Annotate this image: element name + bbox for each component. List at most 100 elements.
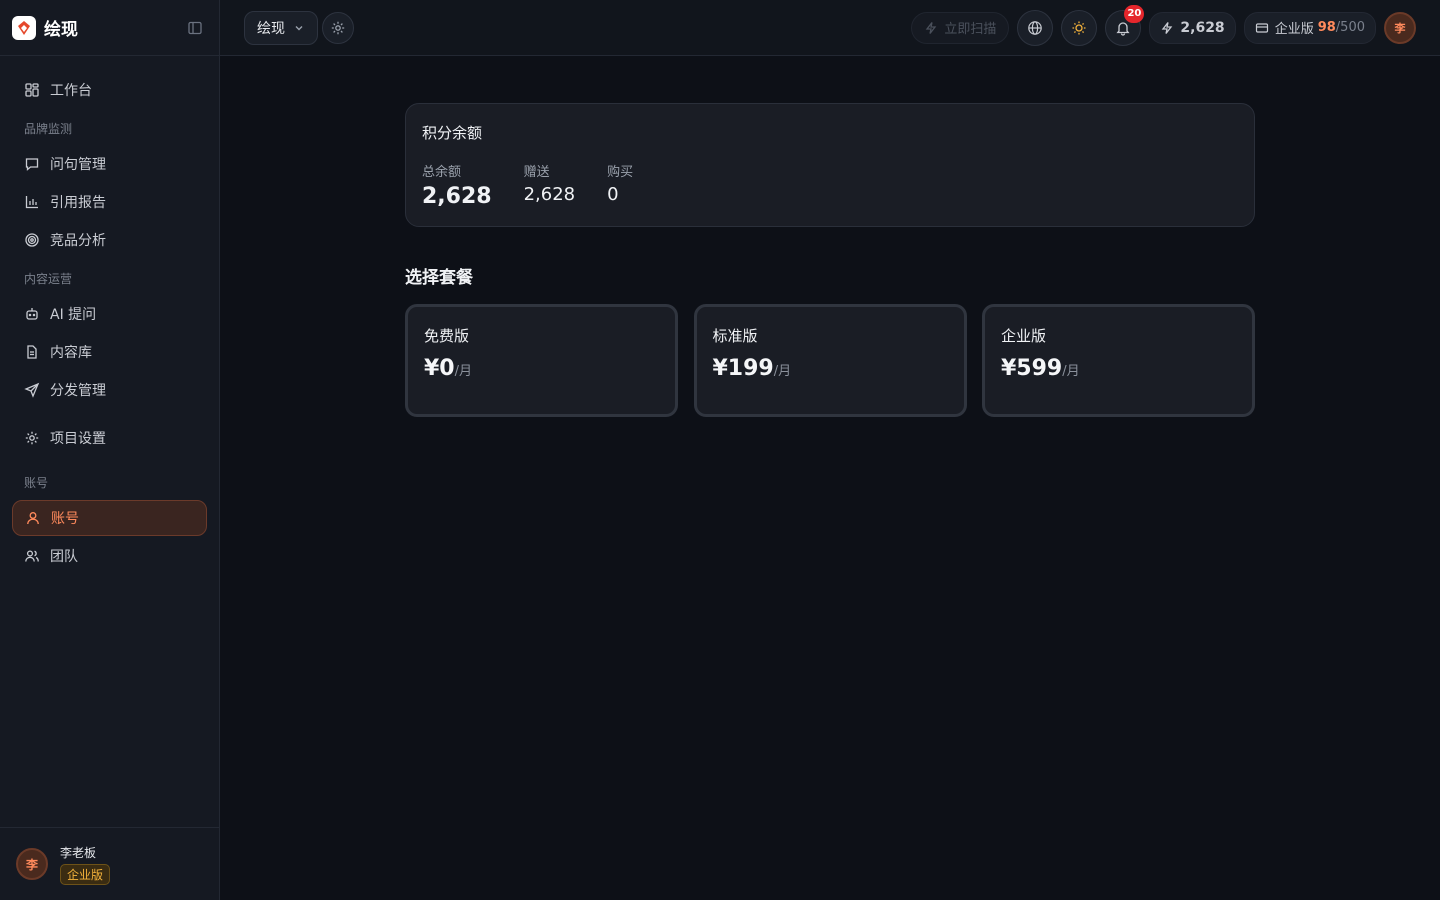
collapse-sidebar-icon[interactable]: [183, 16, 207, 40]
stat-total-value: 2,628: [422, 184, 492, 209]
stat-purchase: 购买 0: [607, 161, 633, 209]
plan-badge: 企业版: [60, 863, 111, 885]
stat-purchase-label: 购买: [607, 165, 634, 180]
send-icon: [24, 382, 40, 398]
sidebar-item-ai-prompt[interactable]: AI 提问: [12, 296, 207, 332]
plan-price-amount: ¥0: [424, 356, 455, 381]
plan-usage-used: 98: [1317, 20, 1336, 35]
users-icon: [25, 550, 39, 562]
sidebar-item-citation-report[interactable]: 引用报告: [12, 184, 207, 220]
account-page: 积分余额 总余额 2,628 赠送 2,628 购买 0 选择套餐 免费版 ¥0…: [405, 103, 1255, 417]
stat-gift-label: 赠送: [523, 165, 550, 180]
avatar[interactable]: 李: [1384, 11, 1416, 44]
plan-usage-total: /500: [1335, 20, 1365, 35]
sidebar-item-questions[interactable]: 问句管理: [12, 146, 207, 182]
plan-price: ¥199/月: [713, 356, 948, 381]
language-button[interactable]: [1017, 9, 1054, 46]
notifications-button[interactable]: 20: [1105, 4, 1145, 46]
project-select[interactable]: 绘现: [244, 10, 318, 45]
plan-price-unit: /月: [1062, 364, 1080, 379]
target-icon: [25, 233, 39, 247]
credits-pill[interactable]: 2,628: [1149, 11, 1236, 44]
credit-balance-title: 积分余额: [422, 124, 483, 142]
credit-card-icon: [1255, 22, 1268, 33]
sidebar-item-label: 引用报告: [50, 195, 106, 211]
sidebar: 绘现 工作台 品牌监测 问句管理 引用报告 竞品分析 内容运营 AI 提问 内容…: [0, 0, 220, 900]
sidebar-item-label: 分发管理: [50, 383, 106, 399]
user-icon: [27, 512, 39, 525]
sidebar-item-label: 问句管理: [50, 157, 106, 173]
notification-count-badge: 20: [1124, 4, 1145, 23]
plan-price-amount: ¥199: [712, 356, 774, 381]
bar-chart-icon: [25, 196, 38, 209]
chevron-down-icon: [295, 25, 303, 30]
sidebar-item-competitor[interactable]: 竞品分析: [12, 222, 207, 258]
plans-section-title: 选择套餐: [405, 268, 473, 288]
stat-total: 总余额 2,628: [422, 161, 492, 209]
plan-usage-label: 企业版: [1274, 22, 1314, 37]
plan-card-enterprise[interactable]: 企业版 ¥599/月: [982, 304, 1255, 417]
section-content-ops: 内容运营: [24, 271, 73, 286]
plan-card-free[interactable]: 免费版 ¥0/月: [405, 304, 678, 417]
sidebar-item-label: 内容库: [50, 345, 92, 361]
robot-icon: [26, 308, 38, 320]
section-account: 账号: [24, 475, 49, 490]
main-content: 积分余额 总余额 2,628 赠送 2,628 购买 0 选择套餐 免费版 ¥0…: [220, 56, 1440, 900]
stat-total-label: 总余额: [422, 165, 462, 180]
chat-icon: [25, 158, 39, 171]
plan-name: 企业版: [1001, 327, 1047, 345]
scan-now-label: 立即扫描: [944, 22, 997, 37]
gear-icon: [331, 21, 345, 34]
stat-gift: 赠送 2,628: [524, 161, 576, 209]
project-settings-button[interactable]: [322, 11, 354, 44]
sidebar-item-label: 竞品分析: [50, 233, 106, 249]
sidebar-user-panel[interactable]: 李 李老板 企业版: [0, 827, 219, 900]
plans-list: 免费版 ¥0/月 标准版 ¥199/月 企业版 ¥599/月: [405, 304, 1255, 417]
credit-balance-card: 积分余额 总余额 2,628 赠送 2,628 购买 0: [405, 103, 1255, 227]
user-meta: 李老板 企业版: [60, 844, 111, 885]
grid-icon: [25, 83, 39, 97]
sidebar-item-label: AI 提问: [50, 307, 97, 323]
sidebar-item-account[interactable]: 账号: [12, 500, 207, 536]
credits-value: 2,628: [1180, 19, 1225, 36]
brand-logo-icon: [12, 15, 36, 40]
user-name: 李老板: [60, 845, 97, 860]
plan-price: ¥599/月: [1001, 356, 1236, 381]
stat-purchase-value: 0: [607, 184, 619, 205]
section-brand-monitor: 品牌监测: [24, 121, 73, 136]
sidebar-item-label: 工作台: [50, 83, 92, 99]
sidebar-item-team[interactable]: 团队: [12, 538, 207, 574]
sidebar-item-label: 团队: [50, 549, 78, 565]
plan-price: ¥0/月: [424, 356, 659, 381]
stat-gift-value: 2,628: [523, 184, 576, 205]
document-icon: [27, 345, 37, 359]
plan-price-unit: /月: [454, 364, 473, 379]
plan-name: 免费版: [424, 327, 470, 345]
gear-icon: [25, 431, 39, 445]
topbar: 绘现 立即扫描 20 2,628 企业版 98 /500 李: [220, 0, 1440, 56]
plan-usage-pill[interactable]: 企业版 98 /500: [1243, 11, 1376, 44]
plan-price-amount: ¥599: [1001, 356, 1063, 381]
lightning-icon: [1162, 21, 1173, 34]
sun-icon: [1072, 21, 1086, 34]
sidebar-item-label: 账号: [51, 511, 79, 527]
sidebar-item-distribution[interactable]: 分发管理: [12, 372, 207, 408]
globe-icon: [1028, 20, 1043, 35]
plan-price-unit: /月: [773, 364, 792, 379]
sidebar-item-project-settings[interactable]: 项目设置: [12, 420, 207, 456]
avatar[interactable]: 李: [16, 848, 48, 880]
topbar-actions: 立即扫描 20 2,628 企业版 98 /500 李: [911, 4, 1416, 46]
brand-header: 绘现: [0, 0, 219, 56]
theme-toggle-button[interactable]: [1061, 9, 1098, 46]
brand-name: 绘现: [44, 20, 78, 40]
sidebar-item-workbench[interactable]: 工作台: [12, 72, 207, 108]
project-select-label: 绘现: [257, 20, 285, 37]
plan-name: 标准版: [712, 327, 758, 345]
sidebar-item-content-library[interactable]: 内容库: [12, 334, 207, 370]
plan-card-standard[interactable]: 标准版 ¥199/月: [693, 304, 967, 417]
sidebar-nav: 工作台 品牌监测 问句管理 引用报告 竞品分析 内容运营 AI 提问 内容库 分…: [0, 56, 219, 574]
scan-now-button[interactable]: 立即扫描: [911, 11, 1010, 44]
balance-stats: 总余额 2,628 赠送 2,628 购买 0: [422, 161, 1238, 209]
sidebar-item-label: 项目设置: [50, 431, 106, 447]
lightning-icon: [926, 21, 937, 34]
